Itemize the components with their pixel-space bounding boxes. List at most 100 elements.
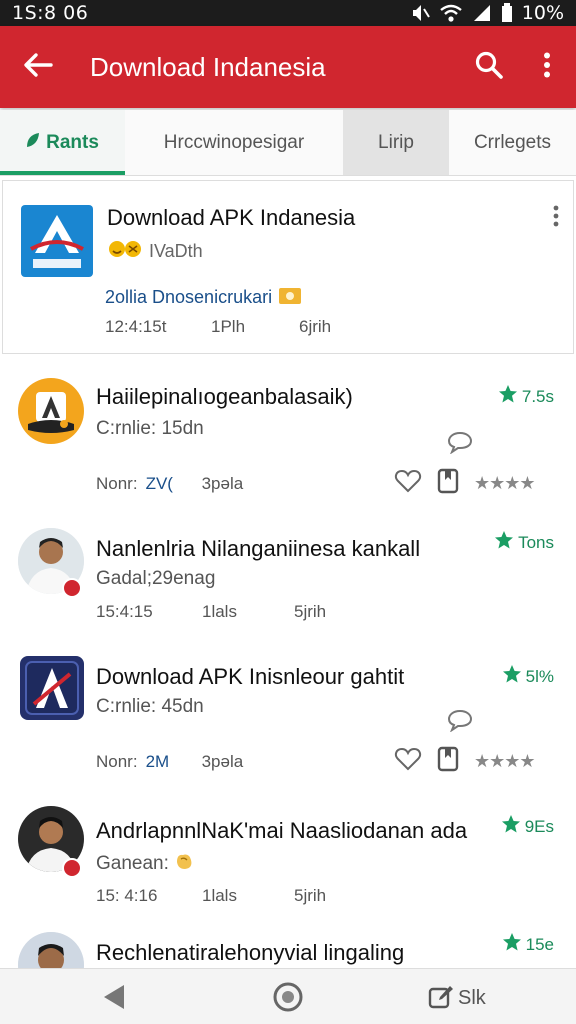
- item-meta-size: 1lals: [202, 602, 237, 621]
- featured-subtitle: IVaDth: [149, 241, 203, 261]
- nav-back-button[interactable]: [100, 983, 126, 1016]
- tab-lirip[interactable]: Lirip: [343, 110, 449, 175]
- featured-meta-time: 12:4:15t: [105, 317, 167, 336]
- item-meta: Nonr: ZV( 3pəla: [96, 474, 243, 494]
- avatar: [18, 932, 84, 968]
- folder-icon: [278, 285, 302, 310]
- rating-value: 15e: [525, 934, 554, 954]
- tab-label: Crrlegets: [473, 131, 552, 153]
- heart-icon[interactable]: [394, 746, 422, 777]
- overflow-menu-icon: [543, 52, 551, 83]
- item-title: Nanlenlria Nilanganiinesa kankall: [96, 536, 421, 561]
- heart-icon[interactable]: [394, 468, 422, 499]
- item-rating: 7.5s: [498, 384, 554, 409]
- featured-subtitle-row: IVaDth: [107, 239, 203, 264]
- item-meta-extra: 5jrih: [294, 886, 327, 905]
- item-subtitle-row: Ganean:: [96, 850, 195, 878]
- bookmark-icon[interactable]: [436, 746, 460, 777]
- search-icon: [474, 50, 504, 85]
- status-time: 1S:8 06: [12, 2, 89, 24]
- item-rating: 5l%: [502, 664, 554, 689]
- list-item[interactable]: Rechlenatiralehonyvial lingaling 15e: [0, 922, 576, 968]
- tab-bar: Rants Hrccwinopesigar Lirip Crrlegets: [0, 110, 576, 176]
- tab-label: Hrccwinopesigar: [163, 131, 305, 153]
- featured-meta: 12:4:15t 1Plh 6jrih: [105, 317, 331, 337]
- item-meta: 15: 4:16 1lals 5jrih: [96, 886, 326, 906]
- app-icon: [18, 378, 84, 444]
- wifi-icon: [439, 3, 463, 23]
- item-actions: ★★★★: [394, 468, 536, 499]
- overflow-menu-button[interactable]: [518, 26, 576, 108]
- search-button[interactable]: [460, 26, 518, 108]
- card-menu-button[interactable]: [553, 205, 559, 232]
- star-icon: [502, 664, 522, 689]
- tab-hrccwinopesigar[interactable]: Hrccwinopesigar: [125, 110, 343, 175]
- leaf-icon: [26, 132, 40, 154]
- featured-meta-extra: 6jrih: [299, 317, 332, 336]
- nav-home-button[interactable]: [272, 981, 304, 1018]
- item-meta-prefix: Nonr:: [96, 474, 138, 493]
- item-actions: ★★★★: [394, 746, 536, 777]
- hand-emoji-icon: [173, 850, 195, 878]
- item-title: AndrlapnnlNaK'mai Naasliodanan ada: [96, 818, 468, 843]
- featured-link[interactable]: 2ollia Dnosenicrukari: [105, 285, 302, 310]
- item-meta-prefix: Nonr:: [96, 752, 138, 771]
- bookmark-icon[interactable]: [436, 468, 460, 499]
- featured-title: Download APK Indanesia: [107, 205, 356, 230]
- item-meta-extra: 5jrih: [294, 602, 327, 621]
- back-arrow-icon: [23, 52, 53, 83]
- rating-value: 5l%: [525, 666, 554, 686]
- emoji-icon: [107, 239, 143, 264]
- vertical-dots-icon: [553, 205, 559, 231]
- item-meta-extra: 3pəla: [201, 474, 244, 493]
- list-item[interactable]: Nanlenlria Nilanganiinesa kankall Gadal;…: [0, 504, 576, 638]
- star-rating-icon: ★★★★: [474, 751, 536, 771]
- edit-square-icon: [428, 983, 454, 1014]
- list-item[interactable]: Haiilepinalıogeanbalasaik) C:rnlie: 15dn…: [0, 354, 576, 504]
- item-meta-time: 15:4:15: [96, 602, 153, 621]
- rating-value: 7.5s: [521, 386, 554, 406]
- status-bar: 1S:8 06 10%: [0, 0, 576, 26]
- app-icon: [20, 656, 84, 720]
- star-rating-icon: ★★★★: [474, 473, 536, 493]
- app-logo-icon: [21, 205, 93, 277]
- item-meta-highlight: ZV(: [145, 474, 173, 493]
- list-item[interactable]: AndrlapnnlNaK'mai Naasliodanan ada Ganea…: [0, 788, 576, 922]
- item-rating: Tons: [494, 530, 554, 555]
- tab-crrlegets[interactable]: Crrlegets: [449, 110, 576, 175]
- item-meta: 15:4:15 1lals 5jrih: [96, 602, 326, 622]
- featured-card[interactable]: Download APK Indanesia IVaDth 2ollia Dno…: [2, 180, 574, 354]
- comment-icon[interactable]: [446, 708, 474, 737]
- star-icon: [502, 932, 522, 957]
- list-item[interactable]: Download APK Inisnleour gahtit C:rnlie: …: [0, 638, 576, 788]
- nav-recent-label: Slk: [458, 987, 486, 1009]
- signal-icon: [472, 3, 492, 23]
- item-rating: 15e: [502, 932, 554, 957]
- back-button[interactable]: [0, 26, 76, 108]
- home-circle-icon: [272, 981, 304, 1018]
- featured-meta-size: 1Plh: [211, 317, 246, 336]
- item-subtitle: C:rnlie: 15dn: [96, 418, 204, 439]
- item-title: Haiilepinalıogeanbalasaik): [96, 384, 353, 409]
- app-toolbar: Download Indanesia: [0, 26, 576, 108]
- page-title: Download Indanesia: [90, 51, 326, 82]
- item-meta-size: 1lals: [202, 886, 237, 905]
- item-meta: Nonr: 2M 3pəla: [96, 752, 243, 772]
- item-title: Rechlenatiralehonyvial lingaling: [96, 940, 405, 965]
- rating-value: Tons: [518, 532, 554, 552]
- battery-icon: [501, 3, 513, 23]
- item-meta-time: 15: 4:16: [96, 886, 158, 905]
- item-subtitle: Ganean:: [96, 853, 169, 874]
- comment-icon[interactable]: [446, 430, 474, 459]
- app-list: Download APK Indanesia IVaDth 2ollia Dno…: [0, 180, 576, 968]
- nav-recent-button[interactable]: Slk: [428, 983, 486, 1014]
- tab-rants[interactable]: Rants: [0, 110, 125, 175]
- item-rating: 9Es: [501, 814, 554, 839]
- verified-badge-icon: [62, 578, 82, 598]
- item-title: Download APK Inisnleour gahtit: [96, 664, 405, 689]
- item-subtitle: C:rnlie: 45dn: [96, 696, 204, 717]
- verified-badge-icon: [62, 858, 82, 878]
- item-subtitle: Gadal;29enag: [96, 568, 216, 589]
- rating-value: 9Es: [524, 816, 554, 836]
- featured-link-text: 2ollia Dnosenicrukari: [105, 287, 273, 307]
